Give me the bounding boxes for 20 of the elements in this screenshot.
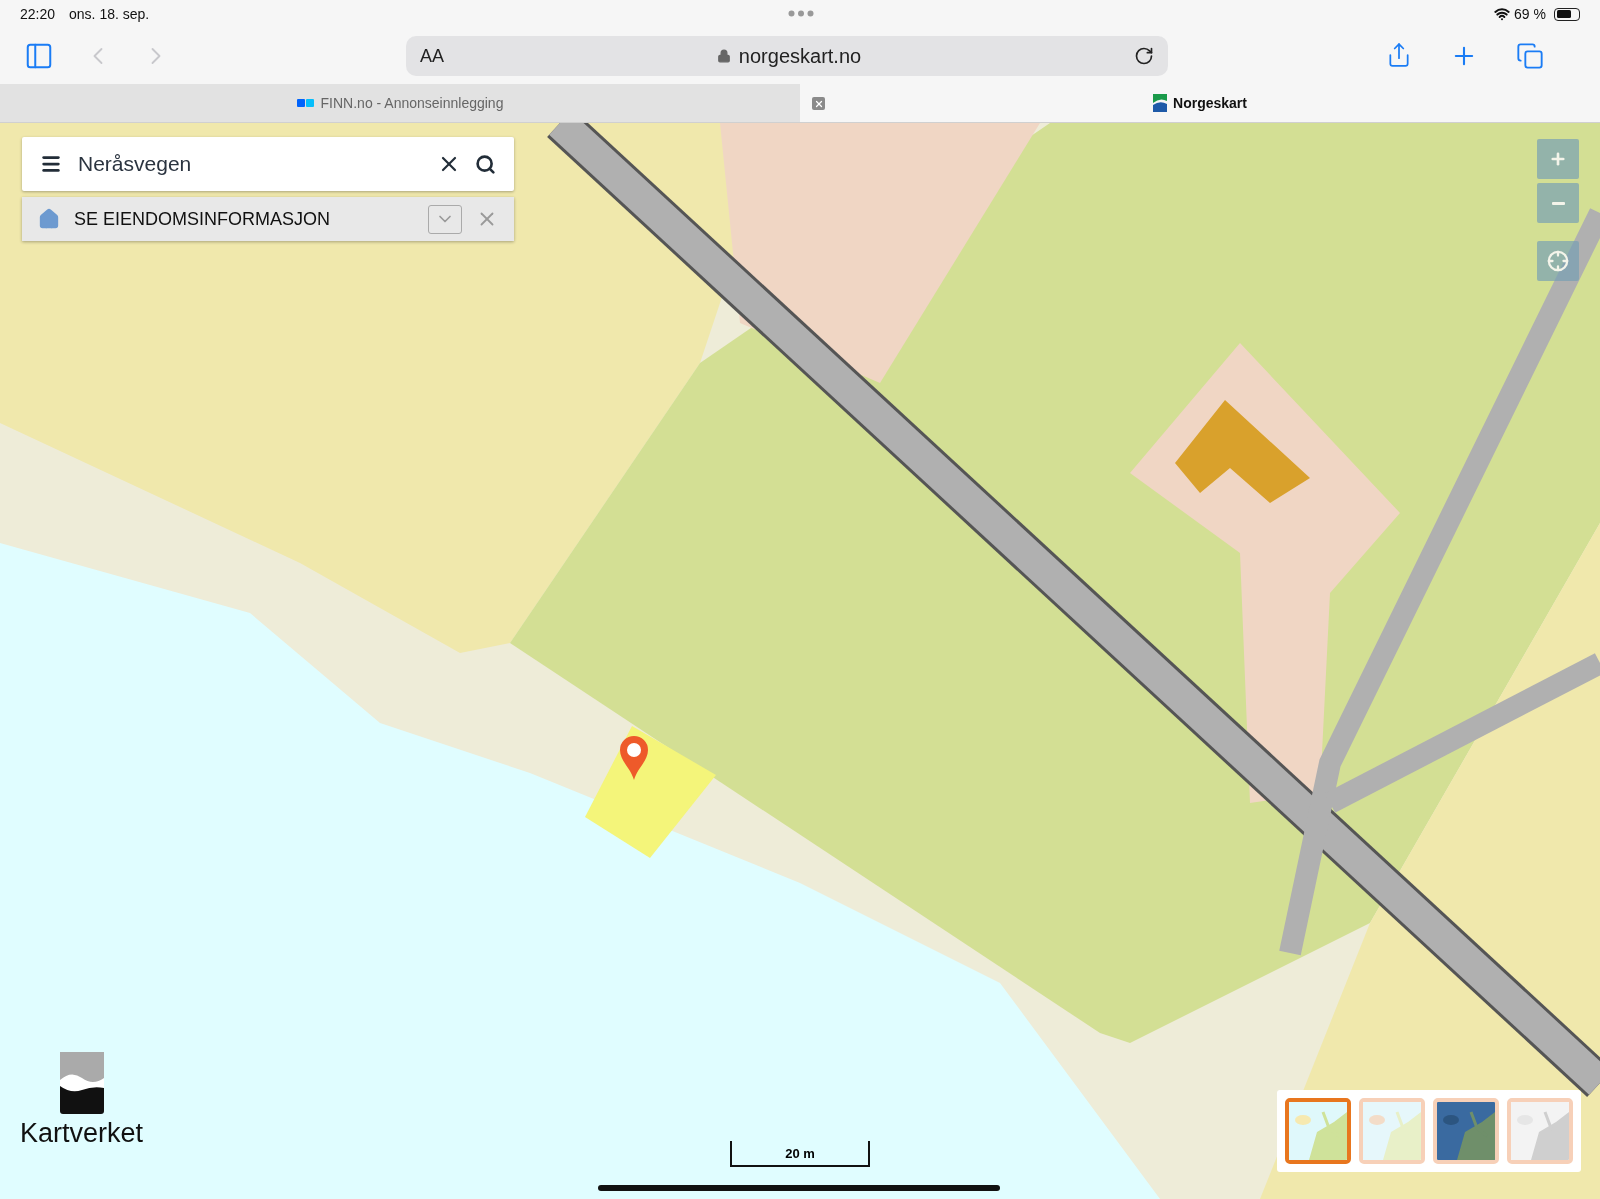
lock-icon bbox=[716, 49, 731, 63]
wifi-icon bbox=[1494, 6, 1511, 22]
close-tab-icon[interactable] bbox=[812, 97, 825, 110]
favicon-icon bbox=[296, 98, 315, 108]
browser-tab[interactable]: FINN.no - Annonseinnlegging bbox=[0, 84, 800, 122]
sidebar-button[interactable] bbox=[24, 41, 54, 71]
share-button[interactable] bbox=[1386, 42, 1412, 70]
reload-button[interactable] bbox=[1134, 46, 1154, 66]
tabs-button[interactable] bbox=[1516, 42, 1544, 70]
address-bar[interactable]: AA norgeskart.no bbox=[406, 36, 1168, 76]
favicon-icon bbox=[1153, 94, 1168, 112]
battery-percent: 69 % bbox=[1514, 6, 1546, 22]
more-dots-icon[interactable] bbox=[788, 10, 814, 17]
tabs-icon bbox=[1516, 42, 1544, 70]
status-time: 22:20 bbox=[20, 6, 56, 22]
share-icon bbox=[1386, 42, 1412, 68]
text-size-button[interactable]: AA bbox=[420, 45, 444, 67]
status-date: ons. 18. sep. bbox=[69, 6, 150, 22]
battery-icon bbox=[1554, 7, 1580, 21]
address-text: norgeskart.no bbox=[738, 44, 862, 68]
